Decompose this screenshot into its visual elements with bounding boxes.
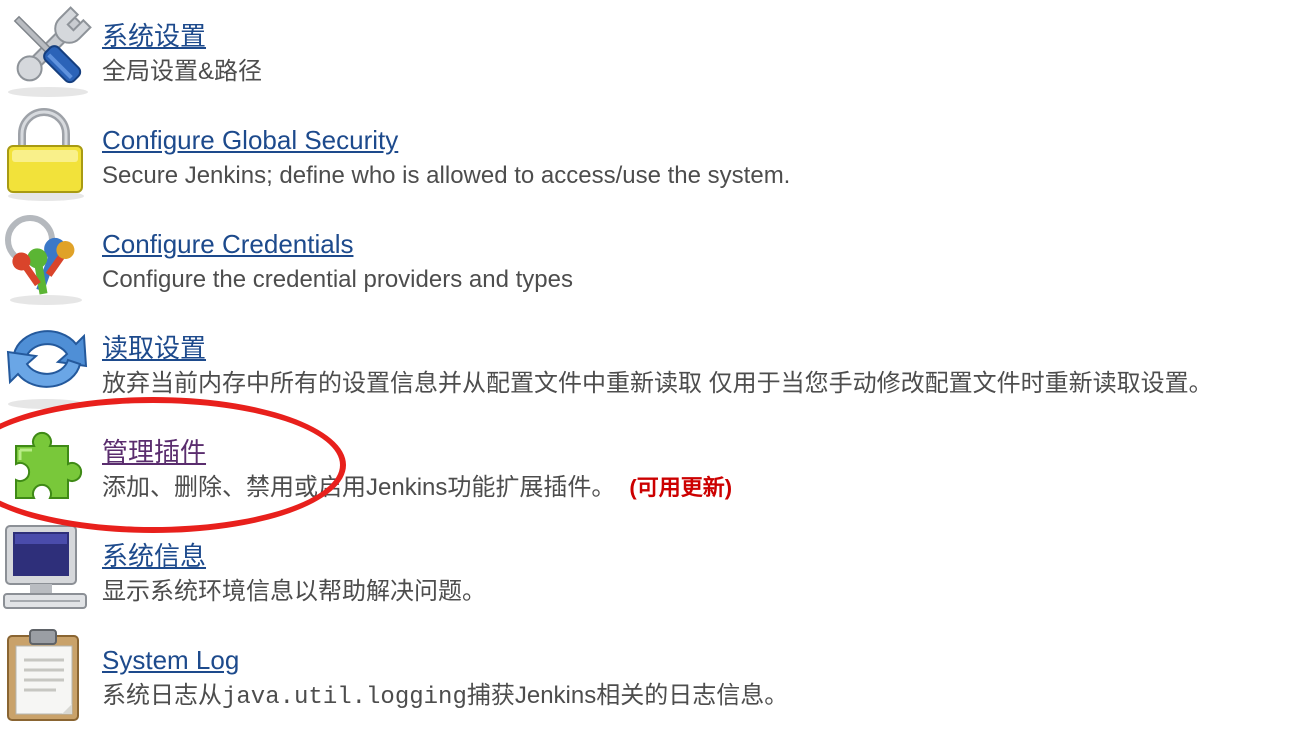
list-item-manage-plugins: 管理插件 添加、删除、禁用或启用Jenkins功能扩展插件。 (可用更新) <box>0 416 1296 516</box>
manage-jenkins-list: 系统设置 全局设置&路径 Configure Global Security S… <box>0 0 1296 730</box>
keys-icon[interactable] <box>0 208 96 308</box>
system-log-description-prefix: 系统日志从 <box>102 682 222 709</box>
system-log-description: 系统日志从java.util.logging捕获Jenkins相关的日志信息。 <box>102 680 788 714</box>
credentials-description: Configure the credential providers and t… <box>102 266 573 293</box>
computer-monitor-icon[interactable] <box>0 520 96 620</box>
clipboard-icon[interactable] <box>0 624 96 724</box>
list-item-reload-config: 读取设置 放弃当前内存中所有的设置信息并从配置文件中重新读取 仅用于当您手动修改… <box>0 312 1296 412</box>
system-info-description: 显示系统环境信息以帮助解决问题。 <box>102 578 486 605</box>
manage-plugins-description-text: 添加、删除、禁用或启用Jenkins功能扩展插件。 <box>102 474 616 501</box>
global-security-link[interactable]: Configure Global Security <box>102 124 398 156</box>
global-security-description: Secure Jenkins; define who is allowed to… <box>102 162 791 189</box>
reload-config-description: 放弃当前内存中所有的设置信息并从配置文件中重新读取 仅用于当您手动修改配置文件时… <box>102 370 1213 397</box>
credentials-link[interactable]: Configure Credentials <box>102 228 353 260</box>
manage-plugins-description: 添加、删除、禁用或启用Jenkins功能扩展插件。 (可用更新) <box>102 472 732 504</box>
system-log-description-suffix: 捕获Jenkins相关的日志信息。 <box>466 682 789 709</box>
padlock-icon[interactable] <box>0 104 96 204</box>
puzzle-piece-icon[interactable] <box>0 416 96 516</box>
system-log-link[interactable]: System Log <box>102 644 239 676</box>
manage-plugins-link[interactable]: 管理插件 <box>102 436 206 468</box>
reload-config-link[interactable]: 读取设置 <box>102 332 206 364</box>
list-item-system-info: 系统信息 显示系统环境信息以帮助解决问题。 <box>0 520 1296 620</box>
list-item-system-settings: 系统设置 全局设置&路径 <box>0 0 1296 100</box>
list-item-system-log: System Log 系统日志从java.util.logging捕获Jenki… <box>0 624 1296 724</box>
system-settings-link[interactable]: 系统设置 <box>102 20 206 52</box>
system-log-description-code: java.util.logging <box>222 684 467 711</box>
updates-available-badge[interactable]: (可用更新) <box>629 475 732 500</box>
list-item-global-security: Configure Global Security Secure Jenkins… <box>0 104 1296 204</box>
wrench-screwdriver-icon[interactable] <box>0 0 96 100</box>
list-item-credentials: Configure Credentials Configure the cred… <box>0 208 1296 308</box>
reload-arrows-icon[interactable] <box>0 312 96 412</box>
system-info-link[interactable]: 系统信息 <box>102 540 206 572</box>
system-settings-description: 全局设置&路径 <box>102 58 263 85</box>
